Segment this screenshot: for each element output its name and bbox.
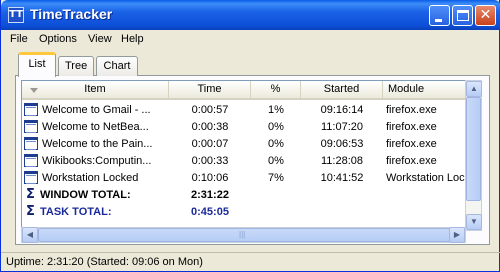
table-row[interactable]: Wikibooks:Computin... 0:00:33 0% 11:28:0… [22, 153, 465, 169]
sigma-icon: Σ [26, 187, 35, 202]
cell-percent: 1% [268, 104, 284, 116]
cell-module: firefox.exe [386, 155, 437, 167]
cell-module: firefox.exe [386, 121, 437, 133]
cell-started: 11:07:20 [320, 121, 363, 133]
cell-percent: 0% [268, 121, 284, 133]
scroll-down-button[interactable]: ▼ [466, 214, 482, 230]
list-header: Item Time % Started Module [22, 81, 465, 100]
task-total-label: TASK TOTAL: [40, 206, 112, 218]
window-icon [24, 103, 38, 116]
cell-time: 0:00:07 [191, 138, 229, 150]
cell-started: 11:28:08 [320, 155, 363, 167]
title-bar[interactable]: TT TimeTracker ✕ [1, 0, 500, 30]
column-header-percent[interactable]: % [251, 81, 301, 99]
grip-icon: ||| [239, 230, 246, 239]
window-icon [24, 120, 38, 133]
tab-tree[interactable]: Tree [58, 56, 94, 76]
table-row[interactable]: Welcome to the Pain... 0:00:07 0% 09:06:… [22, 136, 465, 152]
vertical-scroll-thumb[interactable] [466, 97, 481, 201]
horizontal-scrollbar[interactable]: ◀ ||| ▶ [21, 227, 466, 243]
window-total-row[interactable]: Σ WINDOW TOTAL: 2:31:22 [22, 187, 465, 203]
cell-percent: 7% [268, 172, 284, 184]
window-icon [24, 137, 38, 150]
sort-arrow-icon [30, 88, 38, 93]
item-list: Item Time % Started Module Welcome to Gm… [21, 80, 466, 231]
scroll-left-button[interactable]: ◀ [22, 227, 38, 243]
table-row[interactable]: Workstation Locked 0:10:06 7% 10:41:52 W… [22, 170, 465, 186]
menu-file[interactable]: File [10, 33, 28, 45]
tab-chart[interactable]: Chart [96, 56, 138, 76]
menu-view[interactable]: View [88, 33, 112, 45]
maximize-icon [457, 10, 469, 21]
table-row[interactable]: Welcome to NetBea... 0:00:38 0% 11:07:20… [22, 119, 465, 135]
window-total-time: 2:31:22 [191, 189, 229, 201]
menu-bar: File Options View Help [1, 30, 500, 49]
maximize-button[interactable] [452, 5, 473, 26]
status-bar: Uptime: 2:31:20 (Started: 09:06 on Mon) [1, 252, 500, 272]
cell-started: 09:06:53 [320, 138, 364, 150]
close-icon: ✕ [479, 7, 492, 23]
window-icon [24, 171, 38, 184]
cell-module: firefox.exe [386, 104, 437, 116]
cell-item: Welcome to the Pain... [42, 138, 153, 150]
cell-time: 0:10:06 [191, 172, 229, 184]
task-total-row[interactable]: Σ TASK TOTAL: 0:45:05 [22, 204, 465, 220]
minimize-icon [435, 19, 442, 22]
close-button[interactable]: ✕ [475, 5, 496, 26]
minimize-button[interactable] [429, 5, 450, 26]
menu-options[interactable]: Options [39, 33, 77, 45]
cell-percent: 0% [268, 155, 284, 167]
vertical-scrollbar[interactable]: ▲ ▼ [465, 80, 482, 231]
window-title: TimeTracker [30, 6, 113, 22]
menu-help[interactable]: Help [121, 33, 144, 45]
cell-time: 0:00:57 [191, 104, 229, 116]
uptime-status: Uptime: 2:31:20 (Started: 09:06 on Mon) [6, 256, 203, 268]
column-header-started[interactable]: Started [301, 81, 383, 99]
column-header-time[interactable]: Time [169, 81, 251, 99]
sigma-icon: Σ [26, 204, 35, 219]
app-logo-icon: TT [8, 7, 24, 23]
cell-time: 0:00:33 [191, 155, 229, 167]
cell-module: firefox.exe [386, 138, 437, 150]
cell-started: 09:16:14 [320, 104, 364, 116]
table-row[interactable]: Welcome to Gmail - ... 0:00:57 1% 09:16:… [22, 102, 465, 118]
cell-percent: 0% [268, 138, 284, 150]
task-total-time: 0:45:05 [191, 206, 229, 218]
scroll-right-button[interactable]: ▶ [449, 227, 465, 243]
cell-item: Wikibooks:Computin... [42, 155, 152, 167]
window-icon [24, 154, 38, 167]
scroll-up-button[interactable]: ▲ [466, 81, 482, 97]
app-window: TT TimeTracker ✕ File Options View Help … [0, 0, 500, 272]
window-total-label: WINDOW TOTAL: [40, 189, 131, 201]
tab-list[interactable]: List [18, 52, 56, 77]
cell-item: Welcome to Gmail - ... [42, 104, 151, 116]
cell-item: Welcome to NetBea... [42, 121, 149, 133]
cell-started: 10:41:52 [320, 172, 364, 184]
column-header-module[interactable]: Module [383, 81, 465, 99]
horizontal-scroll-thumb[interactable]: ||| [38, 228, 450, 242]
cell-time: 0:00:38 [191, 121, 229, 133]
column-header-item[interactable]: Item [22, 81, 169, 99]
cell-item: Workstation Locked [42, 172, 139, 184]
cell-module: Workstation Locked [386, 172, 465, 184]
